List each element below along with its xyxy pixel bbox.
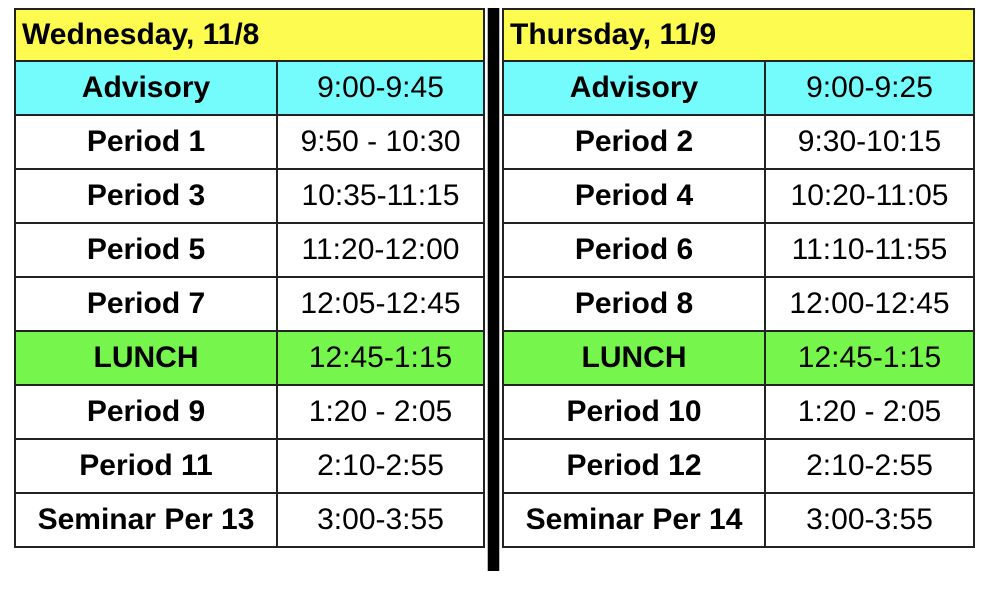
day-title: Wednesday, 11/8 [14, 8, 485, 62]
advisory-row: Advisory 9:00-9:25 [502, 60, 975, 116]
period-name: Advisory [14, 60, 278, 116]
period-row: Seminar Per 13 3:00-3:55 [14, 492, 485, 548]
period-time: 11:20-12:00 [276, 222, 485, 278]
column-divider [487, 8, 500, 571]
period-row: Period 3 10:35-11:15 [14, 168, 485, 224]
period-time: 12:05-12:45 [276, 276, 485, 332]
period-row: Period 9 1:20 - 2:05 [14, 384, 485, 440]
period-name: Period 2 [502, 114, 766, 170]
period-time: 3:00-3:55 [764, 492, 975, 548]
period-name: Period 3 [14, 168, 278, 224]
period-row: Period 10 1:20 - 2:05 [502, 384, 975, 440]
period-time: 12:00-12:45 [764, 276, 975, 332]
advisory-row: Advisory 9:00-9:45 [14, 60, 485, 116]
period-name: Period 1 [14, 114, 278, 170]
period-name: Period 11 [14, 438, 278, 494]
lunch-row: LUNCH 12:45-1:15 [14, 330, 485, 386]
period-time: 1:20 - 2:05 [276, 384, 485, 440]
period-time: 9:00-9:25 [764, 60, 975, 116]
day-schedule-wednesday: Wednesday, 11/8 Advisory 9:00-9:45 Period 1… [14, 8, 485, 548]
period-time: 10:35-11:15 [276, 168, 485, 224]
period-name: Period 7 [14, 276, 278, 332]
period-time: 10:20-11:05 [764, 168, 975, 224]
period-name: Period 12 [502, 438, 766, 494]
period-row: Period 8 12:00-12:45 [502, 276, 975, 332]
day-header-row: Wednesday, 11/8 [14, 8, 485, 62]
period-time: 2:10-2:55 [764, 438, 975, 494]
period-name: Seminar Per 13 [14, 492, 278, 548]
day-schedule-thursday: Thursday, 11/9 Advisory 9:00-9:25 Period 29… [502, 8, 975, 548]
lunch-row: LUNCH 12:45-1:15 [502, 330, 975, 386]
period-time: 1:20 - 2:05 [764, 384, 975, 440]
period-row: Period 5 11:20-12:00 [14, 222, 485, 278]
period-time: 12:45-1:15 [764, 330, 975, 386]
period-time: 2:10-2:55 [276, 438, 485, 494]
period-time: 9:30-10:15 [764, 114, 975, 170]
period-row: Period 6 11:10-11:55 [502, 222, 975, 278]
period-time: 9:00-9:45 [276, 60, 485, 116]
period-row: Period 4 10:20-11:05 [502, 168, 975, 224]
period-row: Period 1 9:50 - 10:30 [14, 114, 485, 170]
period-time: 3:00-3:55 [276, 492, 485, 548]
period-name: Period 9 [14, 384, 278, 440]
period-row: Period 2 9:30-10:15 [502, 114, 975, 170]
period-name: Period 10 [502, 384, 766, 440]
schedule-table: Wednesday, 11/8 Advisory 9:00-9:45 Period 1… [14, 8, 485, 548]
period-time: 12:45-1:15 [276, 330, 485, 386]
period-name: LUNCH [502, 330, 766, 386]
period-name: Period 5 [14, 222, 278, 278]
period-time: 11:10-11:55 [764, 222, 975, 278]
period-time: 9:50 - 10:30 [276, 114, 485, 170]
period-name: Period 6 [502, 222, 766, 278]
period-name: Period 4 [502, 168, 766, 224]
period-name: LUNCH [14, 330, 278, 386]
period-row: Period 12 2:10-2:55 [502, 438, 975, 494]
period-row: Period 11 2:10-2:55 [14, 438, 485, 494]
period-row: Period 7 12:05-12:45 [14, 276, 485, 332]
period-name: Period 8 [502, 276, 766, 332]
period-row: Seminar Per 14 3:00-3:55 [502, 492, 975, 548]
period-name: Advisory [502, 60, 766, 116]
period-name: Seminar Per 14 [502, 492, 766, 548]
day-header-row: Thursday, 11/9 [502, 8, 975, 62]
schedule-table: Thursday, 11/9 Advisory 9:00-9:25 Period 29… [502, 8, 975, 548]
day-title: Thursday, 11/9 [502, 8, 975, 62]
